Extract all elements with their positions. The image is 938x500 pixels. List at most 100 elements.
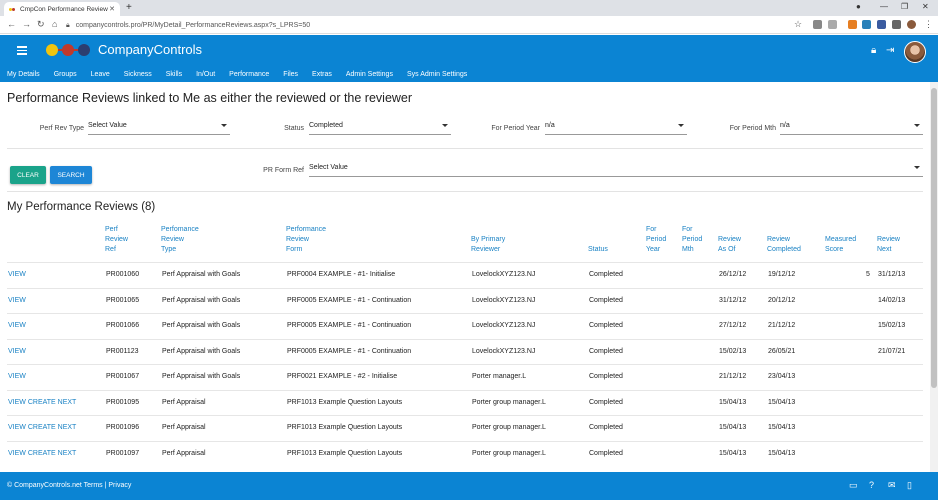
- divider: [7, 148, 923, 149]
- mobile-icon[interactable]: ▯: [907, 480, 917, 490]
- column-header-status[interactable]: Status: [588, 245, 608, 255]
- maximize-icon[interactable]: ❐: [901, 2, 908, 11]
- table-row: VIEW CREATE NEXT PR001095 Perf Appraisal PR…: [7, 389, 923, 415]
- row-action-link[interactable]: VIEW CREATE NEXT: [8, 450, 76, 457]
- perf-rev-type-select[interactable]: Select Value: [88, 120, 230, 135]
- menu-item[interactable]: Groups: [54, 71, 77, 78]
- app-footer: © CompanyControls.net Terms | Privacy ▭ …: [0, 472, 938, 500]
- extension-icon[interactable]: [877, 20, 886, 29]
- form-ref-select[interactable]: Select Value: [309, 162, 923, 177]
- cell-ref: PR001060: [106, 271, 140, 278]
- lock-icon[interactable]: 🔒︎: [871, 45, 876, 56]
- extension-icon[interactable]: [828, 20, 837, 29]
- period-mth-value: n/a: [780, 122, 790, 129]
- row-action-link[interactable]: VIEW CREATE NEXT: [8, 399, 76, 406]
- scrollbar-thumb[interactable]: [931, 88, 937, 388]
- cell-status: Completed: [589, 373, 623, 380]
- search-button[interactable]: SEARCH: [50, 166, 92, 184]
- minimize-icon[interactable]: —: [880, 2, 888, 11]
- row-action-link[interactable]: VIEW: [8, 297, 26, 304]
- close-tab-icon[interactable]: ✕: [109, 5, 115, 13]
- status-label: Status: [284, 125, 304, 132]
- column-header-line: As Of: [718, 246, 736, 253]
- cell-reviewer: Porter group manager.L: [472, 398, 546, 406]
- perf-rev-type-label: Perf Rev Type: [39, 125, 84, 132]
- period-mth-select[interactable]: n/a: [780, 120, 923, 135]
- row-action-link[interactable]: VIEW: [8, 348, 26, 355]
- menu-item[interactable]: Admin Settings: [346, 71, 393, 78]
- menu-item[interactable]: Sickness: [124, 71, 152, 78]
- menu-item[interactable]: Sys Admin Settings: [407, 71, 467, 78]
- company-logo: [46, 44, 96, 56]
- column-header-score[interactable]: Measured Score: [825, 235, 856, 255]
- chat-icon[interactable]: ▭: [849, 480, 859, 490]
- clear-button[interactable]: CLEAR: [10, 166, 46, 184]
- column-header-year[interactable]: For Period Year: [646, 225, 666, 255]
- status-select[interactable]: Completed: [309, 120, 451, 135]
- column-header-mth[interactable]: For Period Mth: [682, 225, 702, 255]
- browser-tab[interactable]: CmpCon Performance Review ✕: [4, 2, 120, 16]
- column-header-line: Period: [646, 236, 667, 243]
- cell-reviewer: Porter group manager.L: [472, 449, 546, 457]
- period-mth-label: For Period Mth: [729, 125, 776, 132]
- logout-icon[interactable]: ⇥: [886, 45, 894, 56]
- column-header-line: Review: [767, 236, 790, 243]
- column-header-next[interactable]: Review Next: [877, 235, 900, 255]
- forward-icon[interactable]: →: [22, 19, 31, 29]
- row-action-link[interactable]: VIEW CREATE NEXT: [8, 424, 76, 431]
- cell-form: PRF0004 EXAMPLE - #1- Initialise: [287, 271, 396, 278]
- profile-avatar-icon[interactable]: [907, 20, 916, 29]
- column-header-line: Review: [877, 236, 900, 243]
- footer-text[interactable]: © CompanyControls.net Terms | Privacy: [7, 482, 131, 489]
- new-tab-icon[interactable]: +: [126, 2, 132, 13]
- extensions-puzzle-icon[interactable]: [892, 20, 901, 29]
- menu-item[interactable]: Extras: [312, 71, 332, 78]
- page-scrollbar[interactable]: [930, 82, 938, 472]
- column-header-line: Next: [877, 246, 892, 253]
- row-action-link[interactable]: VIEW: [8, 322, 26, 329]
- extension-icon[interactable]: [848, 20, 857, 29]
- menu-item[interactable]: My Details: [7, 71, 40, 78]
- profile-dot-icon[interactable]: ●: [856, 2, 861, 11]
- column-header-ref[interactable]: Perf Review Ref: [105, 225, 128, 255]
- menu-item[interactable]: Performance: [229, 71, 269, 78]
- column-header-line: Review: [105, 236, 128, 243]
- back-icon[interactable]: ←: [7, 19, 16, 29]
- browser-menu-icon[interactable]: ⋮: [924, 19, 933, 30]
- chat-bubble-icon[interactable]: ✉: [888, 480, 898, 490]
- menu-item[interactable]: Files: [283, 71, 298, 78]
- menu-item[interactable]: Skills: [166, 71, 182, 78]
- column-header-type[interactable]: Perfomance Review Type: [161, 225, 199, 255]
- row-action-link[interactable]: VIEW: [8, 373, 26, 380]
- cell-ref: PR001096: [106, 424, 140, 431]
- column-header-asof[interactable]: Review As Of: [718, 235, 741, 255]
- cell-type: Perf Appraisal with Goals: [162, 322, 241, 329]
- column-header-reviewer[interactable]: By Primary Reviewer: [471, 235, 505, 255]
- reload-icon[interactable]: ↻: [37, 19, 45, 30]
- column-header-line: Type: [161, 246, 177, 253]
- row-action-link[interactable]: VIEW: [8, 271, 26, 278]
- extension-icon[interactable]: [813, 20, 822, 29]
- help-icon[interactable]: ?: [869, 480, 879, 490]
- close-window-icon[interactable]: ✕: [922, 2, 929, 11]
- bookmark-star-icon[interactable]: ☆: [794, 19, 802, 30]
- cell-asof: 15/04/13: [719, 398, 747, 406]
- column-header-completed[interactable]: Review Completed: [767, 235, 801, 255]
- column-header-line: Measured: [825, 236, 857, 243]
- extension-icon[interactable]: [862, 20, 871, 29]
- url-field[interactable]: 🔒︎ companycontrols.pro/PR/MyDetail_Perfo…: [66, 19, 806, 32]
- column-header-line: Mth: [682, 246, 694, 253]
- cell-completed: 23/04/13: [768, 373, 796, 380]
- cell-reviewer: Porter group manager.L: [472, 424, 546, 431]
- menu-item[interactable]: In/Out: [196, 71, 215, 78]
- cell-status: Completed: [589, 271, 623, 278]
- period-year-select[interactable]: n/a: [545, 120, 687, 135]
- cell-reviewer: LovelockXYZ123.NJ: [472, 347, 536, 355]
- user-avatar[interactable]: [904, 41, 926, 63]
- home-icon[interactable]: ⌂: [52, 19, 57, 29]
- column-header-form[interactable]: Performance Review Form: [286, 225, 326, 255]
- cell-ref: PR001123: [106, 347, 139, 355]
- hamburger-menu-icon[interactable]: [17, 46, 27, 55]
- menu-item[interactable]: Leave: [91, 71, 110, 78]
- cell-type: Perf Appraisal with Goals: [162, 296, 241, 304]
